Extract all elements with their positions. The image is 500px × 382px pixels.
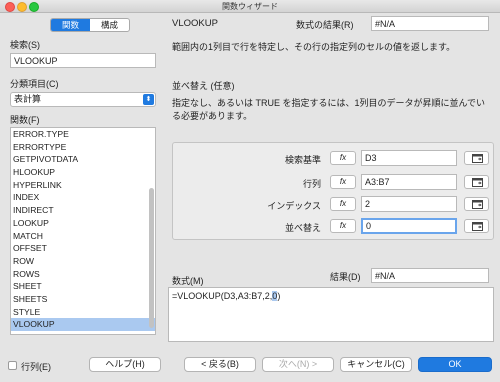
function-list[interactable]: ERROR.TYPE ERRORTYPE GETPIVOTDATA HLOOKU… xyxy=(10,127,156,335)
list-item-selected[interactable]: VLOOKUP xyxy=(11,318,155,331)
formula-editor[interactable]: =VLOOKUP(D3,A3:B7,2,0) xyxy=(168,287,494,342)
argument-label: 行列 xyxy=(302,179,321,189)
cancel-button[interactable]: キャンセル(C) xyxy=(340,357,412,372)
argument-row-sort: 並べ替え fx 0 xyxy=(173,218,493,236)
list-item[interactable]: STYLE xyxy=(11,306,155,319)
argument-row-lookup: 検索基準 fx D3 xyxy=(173,150,493,168)
argument-name: 並べ替え (任意) xyxy=(172,81,235,91)
list-item[interactable]: ERROR.TYPE xyxy=(11,128,155,141)
category-label: 分類項目(C) xyxy=(10,79,59,89)
list-item[interactable]: INDIRECT xyxy=(11,204,155,217)
formula-result-label: 数式の結果(R) xyxy=(296,20,354,30)
tab-structure[interactable]: 構成 xyxy=(90,19,129,31)
argument-label: 検索基準 xyxy=(284,155,321,165)
argument-input[interactable]: 2 xyxy=(361,196,457,212)
list-item[interactable]: HYPERLINK xyxy=(11,179,155,192)
search-label: 検索(S) xyxy=(10,40,40,50)
shrink-button[interactable] xyxy=(464,151,489,165)
list-item[interactable]: SHEETS xyxy=(11,293,155,306)
back-button[interactable]: < 戻る(B) xyxy=(184,357,256,372)
argument-description: 指定なし、あるいは TRUE を指定するには、1列目のデータが昇順に並んでいる必… xyxy=(172,98,486,121)
fx-button[interactable]: fx xyxy=(330,197,356,211)
chevron-updown-icon: ⬍ xyxy=(143,94,154,105)
argument-label: 並べ替え xyxy=(284,223,321,233)
list-scrollbar[interactable] xyxy=(149,188,154,328)
window-title: 関数ウィザード xyxy=(222,2,278,11)
list-item[interactable]: ROW xyxy=(11,255,155,268)
list-item[interactable]: ERRORTYPE xyxy=(11,141,155,154)
collapse-dialog-icon xyxy=(472,154,483,163)
list-item[interactable]: MATCH xyxy=(11,230,155,243)
collapse-dialog-icon xyxy=(472,222,483,231)
shrink-button[interactable] xyxy=(464,219,489,233)
argument-row-range: 行列 fx A3:B7 xyxy=(173,174,493,192)
argument-input[interactable]: A3:B7 xyxy=(361,174,457,190)
function-list-label: 関数(F) xyxy=(10,115,40,125)
list-item[interactable]: ROWS xyxy=(11,268,155,281)
category-select[interactable]: 表計算 ⬍ xyxy=(10,92,156,107)
category-value: 表計算 xyxy=(14,94,42,104)
function-description: 範囲内の1列目で行を特定し、その行の指定列のセルの値を返します。 xyxy=(172,42,456,52)
formula-result-field: #N/A xyxy=(371,16,489,31)
formula-text-end: ) xyxy=(277,291,281,301)
argument-input-focused[interactable]: 0 xyxy=(361,218,457,234)
list-item[interactable]: GETPIVOTDATA xyxy=(11,153,155,166)
formula-label: 数式(M) xyxy=(172,276,204,286)
list-item[interactable]: SHEET xyxy=(11,280,155,293)
shrink-button[interactable] xyxy=(464,175,489,189)
title-bar: 関数ウィザード xyxy=(0,0,500,13)
fx-button[interactable]: fx xyxy=(330,175,356,189)
list-item[interactable]: INDEX xyxy=(11,191,155,204)
list-item[interactable]: OFFSET xyxy=(11,242,155,255)
arguments-panel: 検索基準 fx D3 行列 fx A3:B7 インデックス fx 2 並べ替え … xyxy=(172,142,494,240)
ok-button[interactable]: OK xyxy=(418,357,492,372)
collapse-dialog-icon xyxy=(472,200,483,209)
array-checkbox-label: 行列(E) xyxy=(21,362,51,372)
collapse-dialog-icon xyxy=(472,178,483,187)
argument-label: インデックス xyxy=(267,201,321,211)
result-field: #N/A xyxy=(371,268,489,283)
list-item[interactable]: HLOOKUP xyxy=(11,166,155,179)
argument-input[interactable]: D3 xyxy=(361,150,457,166)
shrink-button[interactable] xyxy=(464,197,489,211)
next-button[interactable]: 次へ(N) > xyxy=(262,357,334,372)
tab-segment: 関数 構成 xyxy=(50,18,130,32)
argument-row-index: インデックス fx 2 xyxy=(173,196,493,214)
list-item[interactable]: LOOKUP xyxy=(11,217,155,230)
search-input[interactable]: VLOOKUP xyxy=(10,53,156,68)
function-name: VLOOKUP xyxy=(172,18,218,29)
formula-text: =VLOOKUP(D3,A3:B7,2, xyxy=(172,291,273,301)
tab-functions[interactable]: 関数 xyxy=(51,19,90,31)
fx-button[interactable]: fx xyxy=(330,151,356,165)
help-button[interactable]: ヘルプ(H) xyxy=(89,357,161,372)
fx-button[interactable]: fx xyxy=(330,219,356,233)
array-checkbox[interactable] xyxy=(8,361,17,370)
result-label: 結果(D) xyxy=(330,272,361,282)
